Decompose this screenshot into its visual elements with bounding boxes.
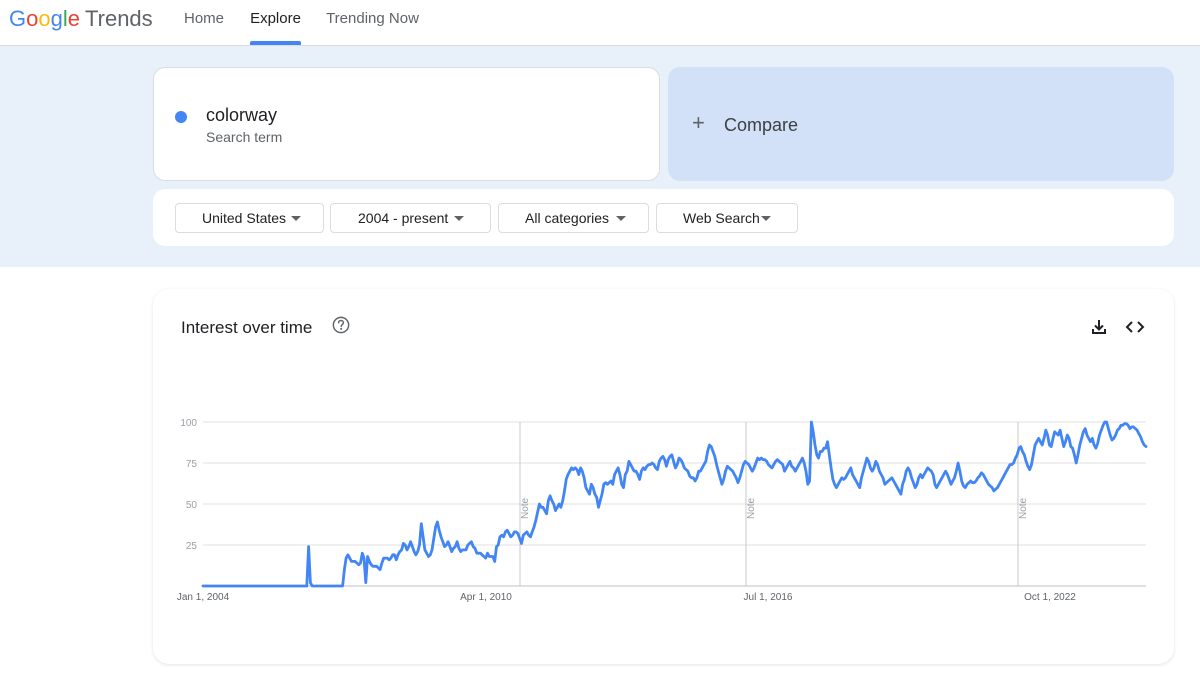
y-tick-label: 75 bbox=[186, 459, 198, 470]
region-filter[interactable]: United States bbox=[175, 203, 324, 233]
x-tick-label: Jul 1, 2016 bbox=[744, 592, 793, 603]
y-tick-label: 25 bbox=[186, 541, 198, 552]
y-tick-label: 50 bbox=[186, 500, 198, 511]
dropdown-arrow-icon bbox=[454, 216, 464, 221]
logo-product-name: Trends bbox=[85, 6, 153, 31]
category-filter-label: All categories bbox=[525, 210, 610, 226]
download-icon[interactable] bbox=[1090, 318, 1108, 336]
note-label[interactable]: Note bbox=[746, 497, 757, 519]
chart-title: Interest over time bbox=[181, 318, 313, 337]
note-label[interactable]: Note bbox=[520, 497, 531, 519]
search-term-type: Search term bbox=[206, 129, 283, 145]
nav-explore-label: Explore bbox=[250, 10, 301, 27]
active-tab-indicator bbox=[250, 41, 301, 45]
plus-icon: + bbox=[692, 110, 705, 135]
embed-icon[interactable] bbox=[1125, 318, 1145, 336]
x-tick-label: Oct 1, 2022 bbox=[1024, 592, 1076, 603]
region-filter-label: United States bbox=[202, 210, 287, 226]
filters-bar: United States 2004 - present All categor… bbox=[153, 189, 1174, 246]
nav-trending-now-label: Trending Now bbox=[326, 10, 419, 27]
time-range-filter-label: 2004 - present bbox=[358, 210, 449, 226]
logo-letter: o bbox=[26, 6, 39, 31]
help-icon[interactable] bbox=[332, 316, 350, 334]
google-trends-logo[interactable]: Google Trends bbox=[9, 5, 153, 33]
nav-explore[interactable]: Explore bbox=[250, 0, 301, 45]
search-type-filter-label: Web Search bbox=[683, 210, 760, 226]
nav-trending-now[interactable]: Trending Now bbox=[326, 0, 419, 45]
nav-home-label: Home bbox=[183, 10, 224, 27]
dropdown-arrow-icon bbox=[616, 216, 626, 221]
y-tick-label: 100 bbox=[180, 418, 197, 429]
time-range-filter[interactable]: 2004 - present bbox=[330, 203, 491, 233]
x-tick-label: Jan 1, 2004 bbox=[177, 592, 230, 603]
x-tick-label: Apr 1, 2010 bbox=[460, 592, 512, 603]
dropdown-arrow-icon bbox=[291, 216, 301, 221]
note-label[interactable]: Note bbox=[1018, 497, 1029, 519]
logo-letter: e bbox=[67, 6, 81, 31]
search-type-filter[interactable]: Web Search bbox=[656, 203, 798, 233]
interest-line-chart[interactable]: Note Note Note 25 50 75 100 Jan 1, 2004 Apr 1, … bbox=[153, 399, 1174, 619]
compare-label: Compare bbox=[724, 115, 799, 135]
category-filter[interactable]: All categories bbox=[498, 203, 649, 233]
interest-over-time-card: Interest over time Note Note Note 25 50 75 10… bbox=[153, 289, 1174, 664]
compare-button[interactable]: + Compare bbox=[668, 67, 1174, 181]
nav-home[interactable]: Home bbox=[182, 0, 226, 45]
logo-letter: o bbox=[38, 6, 51, 31]
top-bar: Google Trends Home Explore Trending Now bbox=[0, 0, 1200, 46]
search-term-card[interactable]: colorway Search term bbox=[153, 67, 660, 181]
logo-letter: G bbox=[9, 6, 27, 31]
logo-letter: g bbox=[50, 6, 63, 31]
dropdown-arrow-icon bbox=[761, 216, 771, 221]
search-term-name[interactable]: colorway bbox=[206, 105, 277, 126]
term-color-dot bbox=[175, 111, 187, 123]
